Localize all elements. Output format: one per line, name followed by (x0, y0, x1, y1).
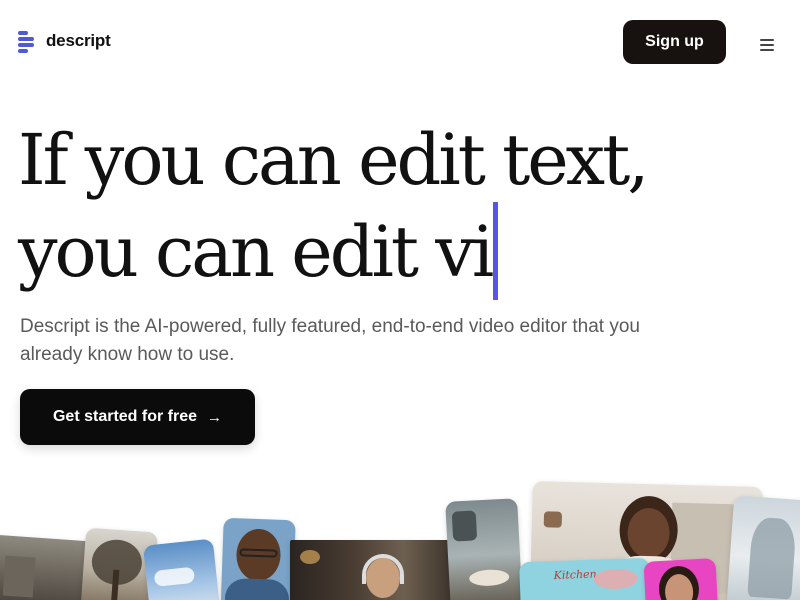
video-thumbnail-8[interactable]: Kitchen (519, 557, 651, 600)
text-cursor-caret (493, 202, 499, 300)
video-thumbnail-1[interactable] (0, 534, 89, 600)
video-thumbnail-4[interactable] (220, 517, 296, 600)
descript-logo[interactable]: descript (18, 30, 111, 53)
video-thumbnail-3[interactable] (143, 538, 221, 600)
descript-logo-icon (18, 30, 38, 53)
logo-wordmark: descript (46, 31, 111, 50)
get-started-button[interactable]: Get started for free → (20, 389, 255, 445)
hero-headline: If you can edit text, you can edit vi (18, 118, 718, 300)
arrow-right-icon: → (207, 408, 223, 426)
headline-line-2-text: you can edit vi (18, 211, 494, 293)
sign-up-button[interactable]: Sign up (623, 20, 726, 64)
get-started-label: Get started for free (52, 408, 198, 425)
video-thumbnail-5[interactable] (290, 540, 452, 600)
hamburger-menu-icon[interactable] (758, 38, 776, 52)
sticker-text: Kitchen (553, 567, 597, 583)
video-thumbnail-6[interactable] (445, 498, 523, 600)
headline-line-2: you can edit vi (18, 202, 718, 300)
hero-subtitle: Descript is the AI-powered, fully featur… (20, 316, 640, 365)
video-thumbnail-9[interactable] (643, 558, 719, 600)
headline-line-1: If you can edit text, (18, 119, 650, 201)
video-thumbnail-10[interactable] (725, 495, 800, 600)
